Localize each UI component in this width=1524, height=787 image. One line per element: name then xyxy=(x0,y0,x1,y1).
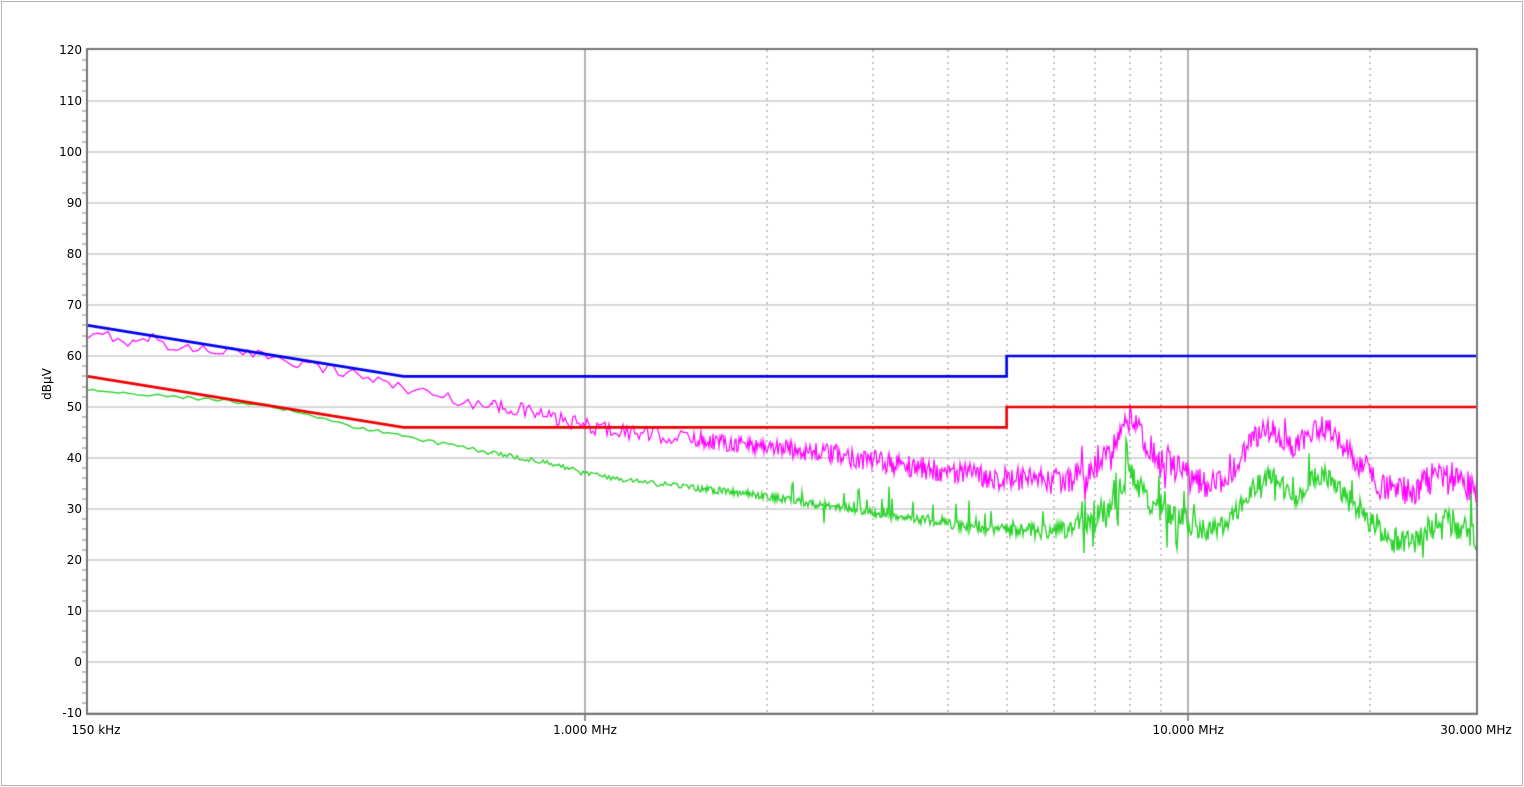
emi-chart-panel: dBµV 120 110 100 90 80 70 60 50 40 30 20 10 0 -10 150… xyxy=(0,0,1524,787)
y-axis-tick-label: 100 xyxy=(59,145,82,159)
y-axis-tick-label: 20 xyxy=(66,553,82,567)
y-axis-tick-label: -10 xyxy=(62,706,82,720)
y-axis-tick-label: 70 xyxy=(66,298,82,312)
y-axis-tick-label: 120 xyxy=(59,43,82,57)
y-axis-title: dBµV xyxy=(40,368,54,400)
y-axis-tick-label: 10 xyxy=(66,604,82,618)
y-axis-tick-label: 50 xyxy=(66,400,82,414)
x-axis-tick-label: 10.000 MHz xyxy=(1152,723,1224,737)
y-axis-tick-label: 0 xyxy=(74,655,82,669)
y-axis-tick-label: 110 xyxy=(59,94,82,108)
y-axis-tick-label: 60 xyxy=(66,349,82,363)
x-axis-tick-label: 150 kHz xyxy=(71,723,121,737)
y-axis-tick-label: 30 xyxy=(66,502,82,516)
x-axis-tick-label: 30.000 MHz xyxy=(1440,723,1512,737)
y-axis-tick-label: 40 xyxy=(66,451,82,465)
emi-chart-canvas xyxy=(0,0,1524,787)
x-axis-tick-label: 1.000 MHz xyxy=(553,723,617,737)
y-axis-tick-label: 80 xyxy=(66,247,82,261)
y-axis-tick-label: 90 xyxy=(66,196,82,210)
